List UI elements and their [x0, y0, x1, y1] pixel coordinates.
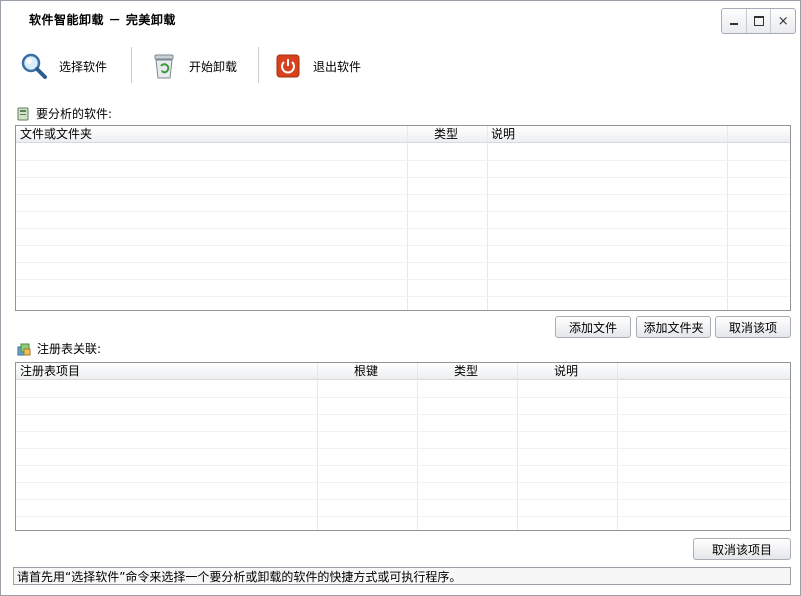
column-header-type[interactable]: 类型 [454, 363, 478, 379]
row-line [16, 245, 790, 246]
row-line [16, 211, 790, 212]
registry-section-heading: 注册表关联: [17, 340, 101, 357]
column-header-root-key[interactable]: 根键 [354, 363, 378, 379]
window-controls: × [721, 8, 796, 34]
add-file-button[interactable]: 添加文件 [555, 316, 631, 338]
row-line [16, 194, 790, 195]
column-header-file[interactable]: 文件或文件夹 [20, 126, 92, 142]
start-uninstall-label: 开始卸载 [189, 59, 238, 74]
recycle-bin-icon [149, 51, 179, 81]
column-divider [617, 363, 618, 530]
row-line [16, 262, 790, 263]
column-header-description[interactable]: 说明 [554, 363, 578, 379]
row-line [16, 177, 790, 178]
start-uninstall-button[interactable]: 开始卸载 [149, 43, 237, 89]
toolbar-separator [258, 47, 259, 83]
remove-registry-item-button[interactable]: 取消该项目 [693, 538, 791, 560]
row-line [16, 228, 790, 229]
column-header-type[interactable]: 类型 [434, 126, 458, 142]
row-line [16, 431, 790, 432]
files-table-header: 文件或文件夹 类型 说明 [16, 126, 790, 143]
remove-file-item-button[interactable]: 取消该项 [715, 316, 791, 338]
row-line [16, 414, 790, 415]
window-title: 软件智能卸载 － 完美卸载 [29, 13, 176, 27]
exit-software-label: 退出软件 [313, 59, 362, 74]
files-section-label: 要分析的软件: [36, 107, 113, 121]
row-line [16, 279, 790, 280]
row-line [16, 448, 790, 449]
status-bar: 请首先用“选择软件”命令来选择一个要分析或卸载的软件的快捷方式或可执行程序。 [13, 567, 791, 585]
main-window: 软件智能卸载 － 完美卸载 × 选择软件 开始卸载 退出软件 要分析的软件: 文… [0, 0, 801, 596]
column-divider [727, 126, 728, 310]
column-divider [487, 126, 488, 310]
row-line [16, 160, 790, 161]
column-divider [407, 126, 408, 310]
status-text: 请首先用“选择软件”命令来选择一个要分析或卸载的软件的快捷方式或可执行程序。 [17, 570, 462, 584]
select-software-label: 选择软件 [59, 59, 108, 74]
magnifier-icon [19, 51, 49, 81]
close-icon: × [777, 13, 789, 29]
toolbar-separator [131, 47, 132, 83]
registry-icon [17, 343, 31, 355]
files-table[interactable]: 文件或文件夹 类型 说明 [15, 125, 791, 311]
row-line [16, 296, 790, 297]
maximize-button[interactable] [747, 9, 772, 33]
select-software-button[interactable]: 选择软件 [19, 43, 107, 89]
maximize-icon [753, 16, 764, 26]
exit-software-button[interactable]: 退出软件 [273, 43, 361, 89]
title-bar[interactable]: 软件智能卸载 － 完美卸载 × [1, 1, 800, 39]
add-folder-button[interactable]: 添加文件夹 [636, 316, 711, 338]
toolbar: 选择软件 开始卸载 退出软件 [1, 43, 800, 89]
row-line [16, 465, 790, 466]
registry-section-label: 注册表关联: [37, 342, 102, 356]
row-line [16, 499, 790, 500]
column-header-registry-item[interactable]: 注册表项目 [20, 363, 80, 379]
row-line [16, 482, 790, 483]
registry-table[interactable]: 注册表项目 根键 类型 说明 [15, 362, 791, 531]
close-button[interactable]: × [771, 9, 795, 33]
files-section-heading: 要分析的软件: [16, 105, 112, 122]
column-header-description[interactable]: 说明 [491, 126, 515, 142]
power-icon [273, 51, 303, 81]
column-divider [317, 363, 318, 530]
row-line [16, 516, 790, 517]
row-line [16, 397, 790, 398]
software-icon [17, 107, 29, 120]
minimize-button[interactable] [722, 9, 747, 33]
column-divider [417, 363, 418, 530]
minimize-icon [729, 23, 738, 25]
registry-table-header: 注册表项目 根键 类型 说明 [16, 363, 790, 380]
column-divider [517, 363, 518, 530]
